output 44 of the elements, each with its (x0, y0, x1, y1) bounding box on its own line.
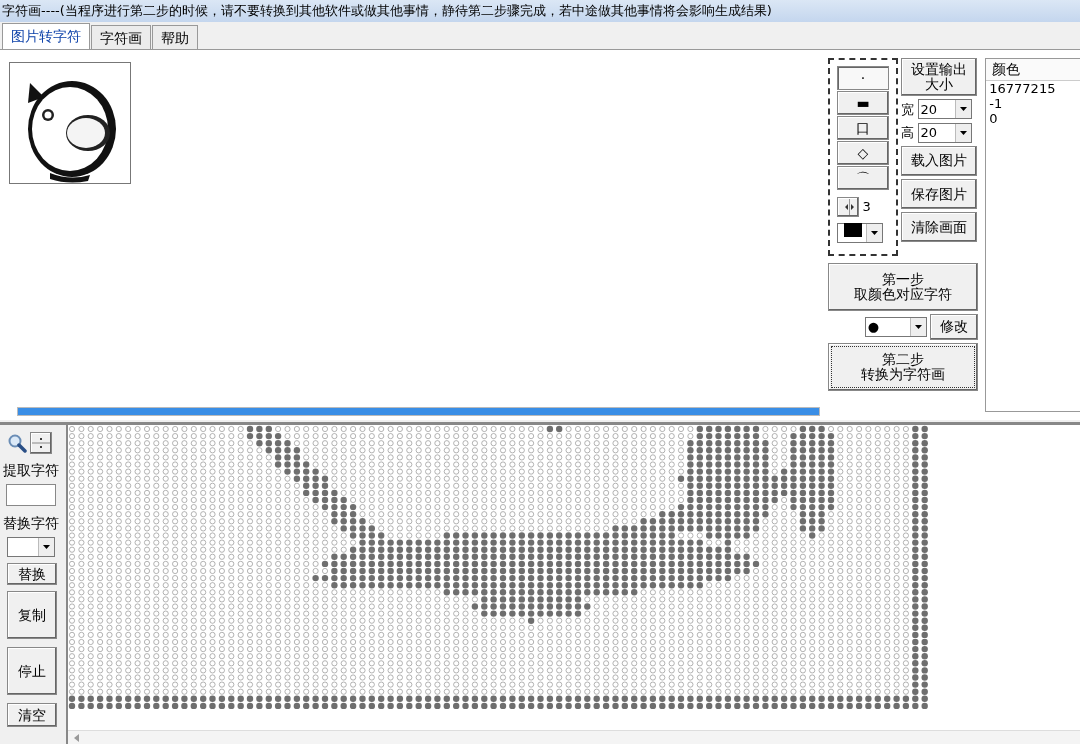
set-output-size-button[interactable]: 设置输出大小 (901, 58, 978, 96)
clear-canvas-button[interactable]: 清除画面 (901, 212, 978, 243)
shape-tool-button[interactable]: 口 (837, 116, 889, 140)
caret-icon (871, 231, 879, 235)
stop-button[interactable]: 停止 (6, 647, 57, 695)
tab[interactable]: 图片转字符 (2, 23, 90, 49)
color-list-item[interactable]: -1 (986, 96, 1080, 111)
copy-button[interactable]: 复制 (6, 591, 57, 639)
shape-tool-button[interactable]: ⌒ (837, 166, 889, 190)
caret-icon (42, 545, 50, 549)
search-icon (6, 432, 27, 453)
width-label: 宽 (901, 100, 915, 119)
color-list-item[interactable]: 0 (986, 111, 1080, 126)
step-one-button[interactable]: 第一步 取颜色对应字符 (828, 262, 978, 311)
clear-button[interactable]: 清空 (6, 703, 57, 727)
width-dropdown[interactable]: 20 (917, 99, 972, 120)
load-image-button[interactable]: 载入图片 (901, 145, 978, 176)
zoom-spinner[interactable] (29, 431, 52, 454)
brush-size-value: 3 (862, 197, 871, 216)
caret-icon (914, 324, 922, 329)
brush-size-spinner[interactable] (837, 196, 860, 217)
caret-icon (959, 107, 967, 112)
shape-tool-button[interactable]: · (837, 66, 889, 90)
scroll-left-icon (74, 733, 80, 742)
height-label: 高 (901, 123, 915, 142)
height-dropdown[interactable]: 20 (917, 122, 972, 143)
caret-icon (959, 130, 967, 135)
save-image-button[interactable]: 保存图片 (901, 179, 978, 209)
character-dropdown[interactable]: ● (864, 316, 927, 337)
tab[interactable]: 帮助 (152, 25, 198, 49)
shape-tool-button[interactable]: ◇ (837, 141, 889, 165)
replace-button[interactable]: 替换 (6, 563, 57, 585)
replace-character-dropdown[interactable] (6, 537, 55, 557)
brush-color-dropdown[interactable] (837, 223, 884, 243)
extract-character-field[interactable] (6, 484, 56, 507)
window-title: 字符画----(当程序进行第二步的时候，请不要转换到其他软件或做其他事情，静待第二步骤完成，若中途做其他事情将会影响生成结果) (0, 0, 1080, 22)
tab[interactable]: 字符画 (91, 25, 151, 49)
step-two-button[interactable]: 第二步 转换为字符画 (828, 343, 978, 391)
modify-button[interactable]: 修改 (930, 313, 978, 340)
replace-character-label: 替换字符 (3, 513, 60, 533)
column-header: 颜色 (986, 59, 1080, 81)
extract-character-label: 提取字符 (3, 461, 60, 480)
color-list-item[interactable]: 16777215 (986, 81, 1080, 96)
shape-tool-button[interactable]: ▬ (837, 91, 889, 115)
